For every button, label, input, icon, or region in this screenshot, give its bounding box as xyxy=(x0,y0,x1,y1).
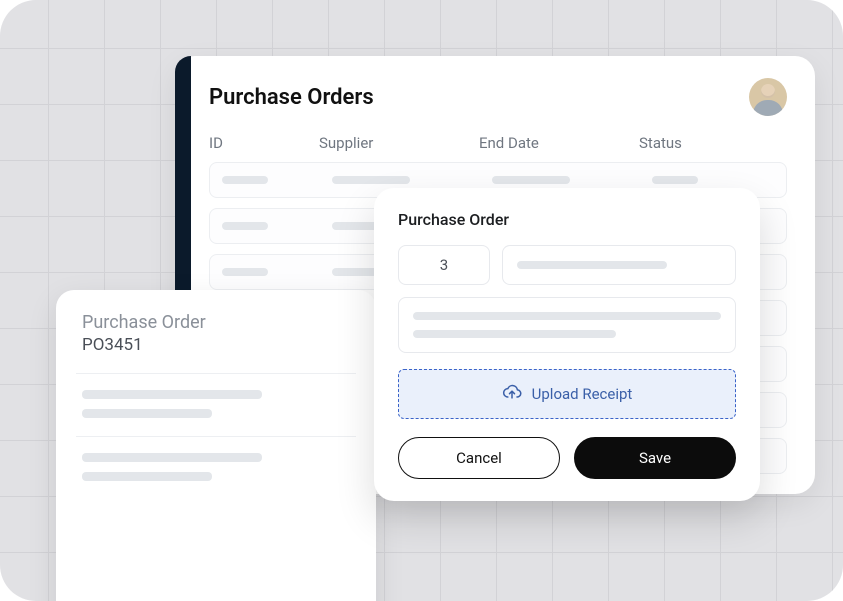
description-input[interactable] xyxy=(398,297,736,353)
cancel-button[interactable]: Cancel xyxy=(398,437,560,479)
save-label: Save xyxy=(639,449,671,467)
placeholder xyxy=(413,330,616,338)
cancel-label: Cancel xyxy=(456,449,502,467)
modal-title: Purchase Order xyxy=(398,210,736,229)
upload-receipt-button[interactable]: Upload Receipt xyxy=(398,369,736,419)
placeholder xyxy=(652,176,698,184)
divider xyxy=(76,373,356,374)
placeholder xyxy=(222,268,268,276)
purchase-order-detail-card: Purchase Order PO3451 Items QTY Unit Pri… xyxy=(56,290,376,601)
placeholder xyxy=(82,390,262,399)
placeholder xyxy=(82,453,262,462)
placeholder xyxy=(517,261,667,269)
detail-title: Purchase Order xyxy=(82,312,350,333)
purchase-order-modal: Purchase Order 3 Upload Receipt xyxy=(374,188,760,501)
col-status: Status xyxy=(639,134,759,152)
col-enddate: End Date xyxy=(479,134,639,152)
quantity-value: 3 xyxy=(440,256,448,274)
placeholder xyxy=(413,312,721,320)
col-supplier: Supplier xyxy=(319,134,479,152)
quantity-input[interactable]: 3 xyxy=(398,245,490,285)
upload-label: Upload Receipt xyxy=(532,385,633,403)
cloud-upload-icon xyxy=(502,382,522,406)
purchase-order-id: PO3451 xyxy=(82,335,350,355)
text-input[interactable] xyxy=(502,245,736,285)
placeholder xyxy=(222,222,268,230)
placeholder xyxy=(82,472,212,481)
save-button[interactable]: Save xyxy=(574,437,736,479)
col-id: ID xyxy=(209,134,319,152)
table-header: ID Supplier End Date Status xyxy=(209,134,787,152)
page-title: Purchase Orders xyxy=(209,85,374,110)
divider xyxy=(76,436,356,437)
placeholder xyxy=(222,176,268,184)
user-avatar[interactable] xyxy=(749,78,787,116)
placeholder xyxy=(492,176,570,184)
placeholder xyxy=(82,409,212,418)
placeholder xyxy=(332,176,410,184)
